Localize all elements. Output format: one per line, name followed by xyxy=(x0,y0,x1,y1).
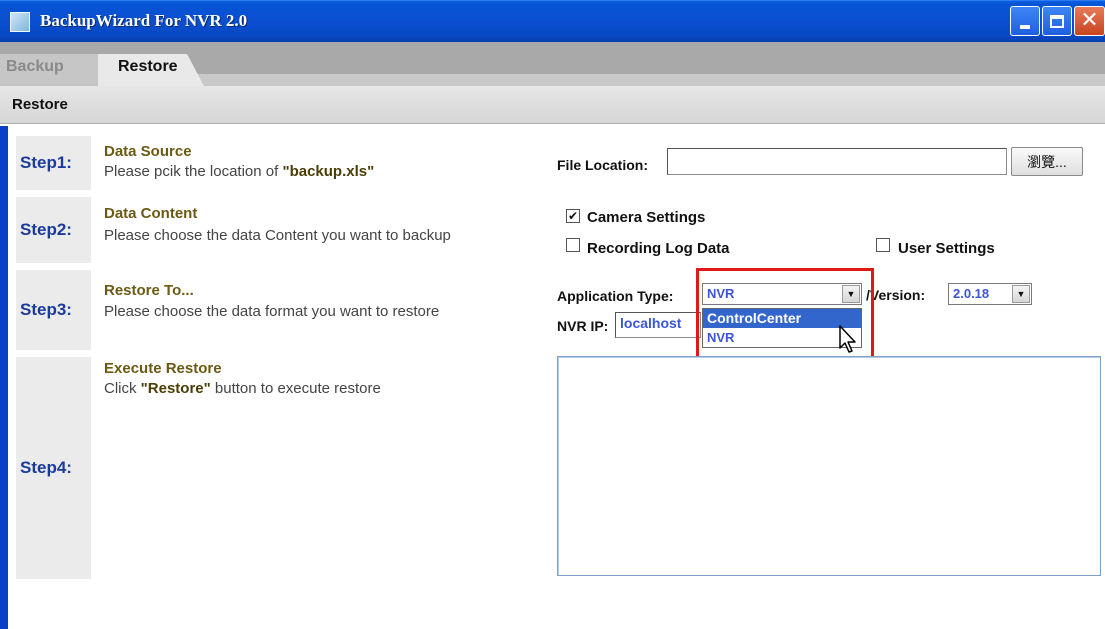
step3-label: Step3: xyxy=(16,270,91,350)
user-settings-checkbox[interactable] xyxy=(876,238,890,252)
toolbar: Restore xyxy=(0,86,1105,124)
step4-description: Click "Restore" button to execute restor… xyxy=(104,380,381,397)
nvr-ip-label: NVR IP: xyxy=(557,318,609,334)
camera-settings-label: Camera Settings xyxy=(587,209,706,226)
left-edge xyxy=(0,126,8,629)
step2-label: Step2: xyxy=(16,197,91,263)
title-bar: BackupWizard For NVR 2.0 ✕ xyxy=(0,0,1105,42)
step2-title: Data Content xyxy=(104,205,198,222)
step2-description: Please choose the data Content you want … xyxy=(104,227,451,244)
close-icon: ✕ xyxy=(1080,8,1099,33)
maximize-button[interactable] xyxy=(1042,6,1072,36)
browse-button[interactable]: 瀏覽... xyxy=(1011,147,1083,176)
tab-backup[interactable]: Backup xyxy=(0,54,98,86)
camera-settings-checkbox[interactable]: ✔ xyxy=(566,209,580,223)
user-settings-label: User Settings xyxy=(898,240,995,257)
version-value: 2.0.18 xyxy=(953,286,990,301)
step1-title: Data Source xyxy=(104,143,192,160)
app-icon xyxy=(10,12,30,32)
step3-description: Please choose the data format you want t… xyxy=(104,303,440,320)
close-button[interactable]: ✕ xyxy=(1074,6,1105,36)
step3-title: Restore To... xyxy=(104,282,194,299)
file-location-label: File Location: xyxy=(557,157,648,173)
tab-bar: Backup Restore xyxy=(0,42,1105,86)
version-label: /Version: xyxy=(866,287,926,303)
chevron-down-icon[interactable]: ▼ xyxy=(1012,285,1030,303)
step1-label: Step1: xyxy=(16,136,91,190)
restore-log-textarea[interactable] xyxy=(557,356,1101,576)
mouse-cursor-icon xyxy=(839,325,856,353)
toolbar-restore-label: Restore xyxy=(12,96,68,113)
step4-label: Step4: xyxy=(16,357,91,579)
minimize-icon xyxy=(1020,25,1030,29)
step4-title: Execute Restore xyxy=(104,360,222,377)
recording-log-checkbox[interactable] xyxy=(566,238,580,252)
window-title: BackupWizard For NVR 2.0 xyxy=(40,11,248,30)
step1-description: Please pcik the location of "backup.xls" xyxy=(104,163,375,180)
maximize-icon xyxy=(1050,14,1064,28)
nvr-ip-input[interactable]: localhost xyxy=(615,312,701,338)
file-location-input[interactable] xyxy=(667,148,1007,175)
minimize-button[interactable] xyxy=(1010,6,1040,36)
application-type-label: Application Type: xyxy=(557,288,674,304)
tab-restore[interactable]: Restore xyxy=(98,54,204,86)
recording-log-label: Recording Log Data xyxy=(587,240,730,257)
version-select[interactable]: 2.0.18 ▼ xyxy=(948,283,1032,305)
